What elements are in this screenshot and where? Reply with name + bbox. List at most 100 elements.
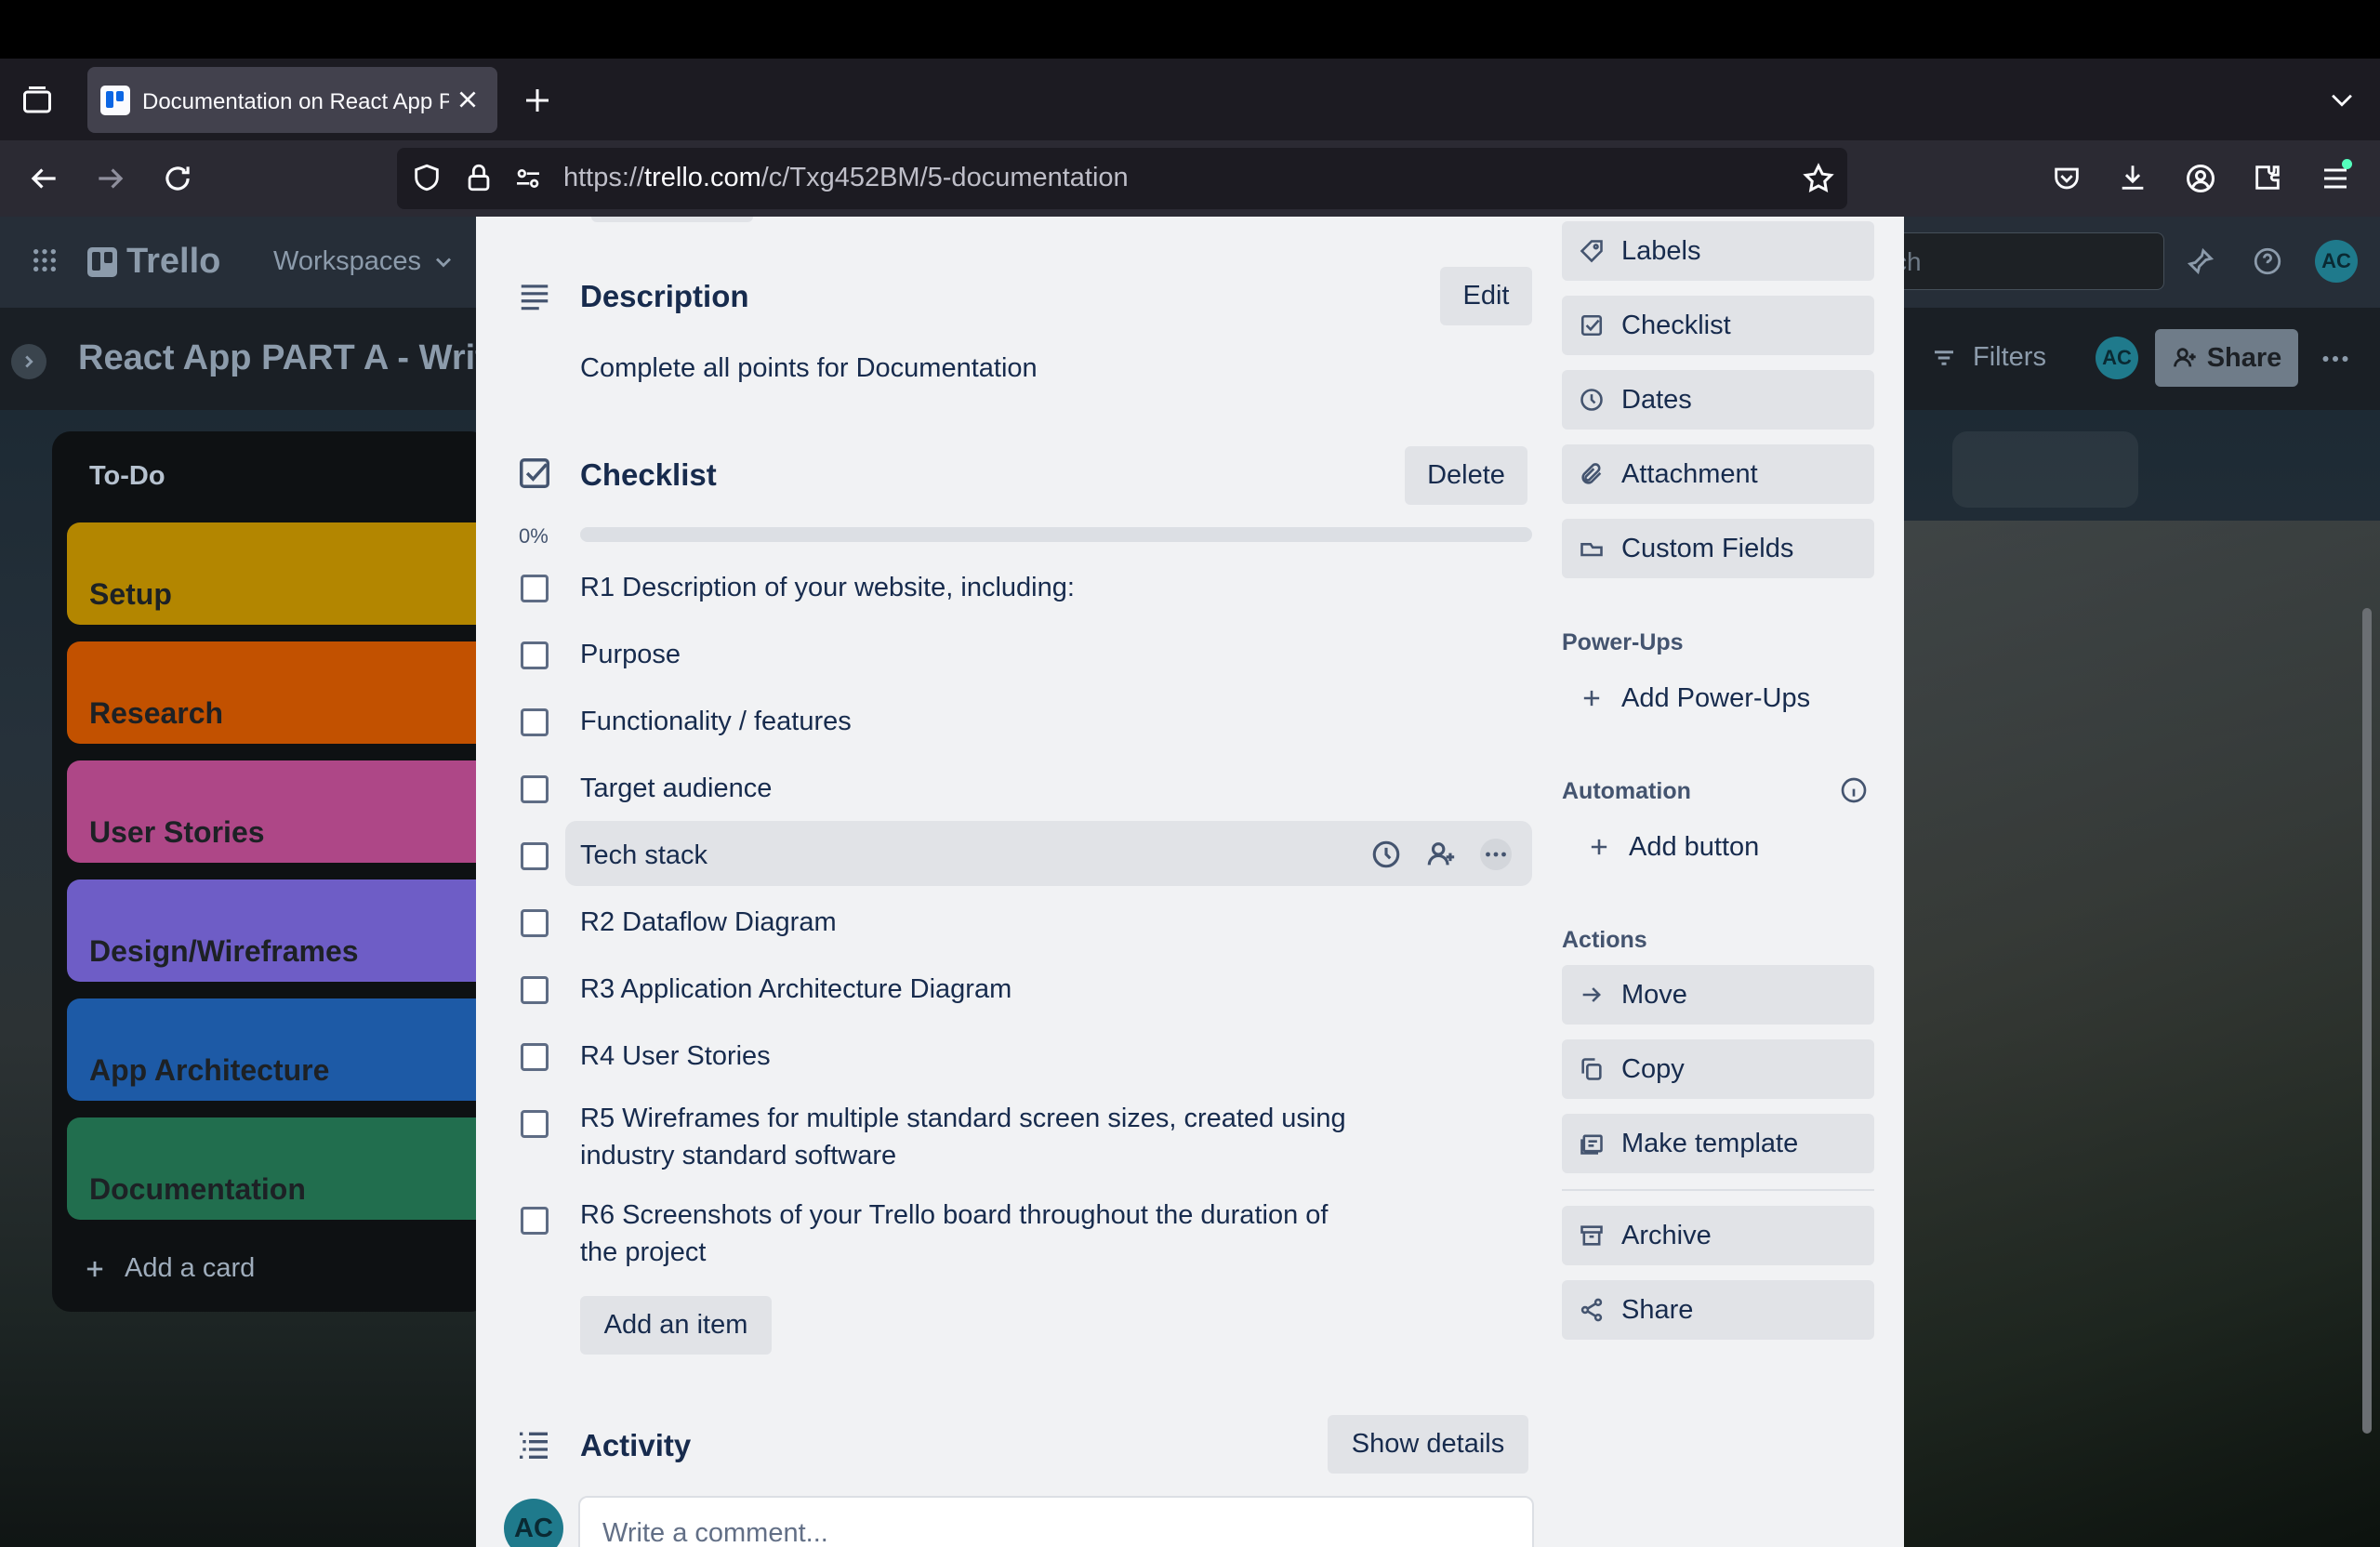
page-settings-icon[interactable] <box>513 164 543 193</box>
add-powerups-button[interactable]: Add Power-Ups <box>1562 669 1874 727</box>
checklist-button[interactable]: Checklist <box>1562 296 1874 355</box>
url-text[interactable]: https://trello.com/c/Txg452BM/5-document… <box>563 163 1129 193</box>
checklist-item[interactable]: Purpose <box>580 636 681 673</box>
archive-icon <box>1562 1223 1621 1249</box>
description-edit-button[interactable]: Edit <box>1440 267 1532 325</box>
lock-icon[interactable] <box>463 162 495 193</box>
list-card[interactable]: Design/Wireframes <box>67 879 489 982</box>
paperclip-icon <box>1562 461 1621 487</box>
clock-icon <box>1562 387 1621 413</box>
due-date-clock-icon[interactable] <box>1370 839 1402 870</box>
filters-button[interactable]: Filters <box>1930 342 2046 373</box>
comment-input[interactable]: Write a comment... <box>578 1496 1534 1547</box>
board-share-button[interactable]: Share <box>2155 329 2298 387</box>
checklist-title[interactable]: Checklist <box>580 457 717 493</box>
add-card-label: Add a card <box>125 1253 256 1283</box>
app-switcher-grid-icon[interactable] <box>30 245 60 275</box>
chevron-down-icon <box>436 258 452 267</box>
list-card[interactable]: Documentation <box>67 1117 489 1220</box>
checklist-checkbox[interactable] <box>521 842 549 870</box>
sidebar-expand-icon[interactable] <box>11 344 46 379</box>
dates-button[interactable]: Dates <box>1562 370 1874 430</box>
account-icon[interactable] <box>2184 162 2217 195</box>
tab-title: Documentation on React App P/ <box>142 89 449 114</box>
notifications-icon[interactable] <box>2185 245 2216 277</box>
checklist-item[interactable]: R4 User Stories <box>580 1038 771 1075</box>
move-button[interactable]: Move <box>1562 965 1874 1025</box>
make-template-button[interactable]: Make template <box>1562 1114 1874 1173</box>
automation-info-icon[interactable] <box>1839 775 1869 805</box>
item-more-options-icon[interactable] <box>1480 839 1512 870</box>
archive-button[interactable]: Archive <box>1562 1206 1874 1265</box>
downloads-icon[interactable] <box>2117 162 2149 193</box>
forward-arrow-icon[interactable] <box>93 161 128 196</box>
second-list-placeholder <box>1952 431 2138 508</box>
share-card-button[interactable]: Share <box>1562 1280 1874 1340</box>
bookmark-star-icon[interactable] <box>1802 162 1835 195</box>
checklist-item[interactable]: R1 Description of your website, includin… <box>580 569 1075 606</box>
tracking-shield-icon[interactable] <box>411 162 443 193</box>
checklist-checkbox[interactable] <box>521 909 549 937</box>
add-card-button[interactable]: Add a card <box>82 1253 255 1284</box>
board-member-avatar[interactable]: AC <box>2096 337 2138 379</box>
custom-fields-label: Custom Fields <box>1621 533 1794 563</box>
pocket-icon[interactable] <box>2051 163 2082 194</box>
checklist-item[interactable]: Functionality / features <box>580 703 852 740</box>
help-icon[interactable] <box>2252 245 2283 277</box>
checklist-item[interactable]: R3 Application Architecture Diagram <box>580 971 1012 1008</box>
new-tab-plus-icon[interactable] <box>521 84 554 117</box>
attachment-button[interactable]: Attachment <box>1562 444 1874 504</box>
list-card[interactable]: User Stories <box>67 760 489 863</box>
card-title: User Stories <box>89 815 265 849</box>
add-member-icon <box>2173 348 2196 367</box>
show-details-button[interactable]: Show details <box>1328 1415 1528 1474</box>
description-text[interactable]: Complete all points for Documentation <box>580 353 1038 384</box>
checklist-item-line: the project <box>580 1237 707 1267</box>
add-button-button[interactable]: Add button <box>1569 818 1874 876</box>
checklist-delete-button[interactable]: Delete <box>1405 446 1527 505</box>
trello-logo[interactable]: Trello <box>87 242 220 282</box>
checklist-checkbox[interactable] <box>521 775 549 803</box>
header-avatar[interactable]: AC <box>2315 240 2358 283</box>
checklist-item[interactable]: Target audience <box>580 770 772 807</box>
board-menu-icon[interactable] <box>2319 342 2352 376</box>
tab-close-icon[interactable] <box>456 87 480 112</box>
workspaces-menu[interactable]: Workspaces <box>273 246 456 277</box>
checklist-checkbox[interactable] <box>521 1207 549 1235</box>
custom-fields-button[interactable]: Custom Fields <box>1562 519 1874 578</box>
checklist-checkbox[interactable] <box>521 976 549 1004</box>
checklist-checkbox[interactable] <box>521 708 549 736</box>
checklist-item[interactable]: R2 Dataflow Diagram <box>580 904 837 941</box>
checklist-checkbox[interactable] <box>521 1043 549 1071</box>
page-scrollbar[interactable] <box>2362 608 2372 1434</box>
filter-icon <box>1935 350 1953 365</box>
checklist-checkbox[interactable] <box>521 1110 549 1138</box>
board-title[interactable]: React App PART A - Writ <box>78 338 487 378</box>
checklist-btn-label: Checklist <box>1621 310 1731 340</box>
reload-icon[interactable] <box>160 161 195 196</box>
header-avatar-initials: AC <box>2321 249 2351 272</box>
list-card[interactable]: Research <box>67 641 489 744</box>
extensions-icon[interactable] <box>2252 162 2283 193</box>
add-checklist-item-button[interactable]: Add an item <box>580 1296 772 1355</box>
plus-icon <box>1562 685 1621 711</box>
checklist-item[interactable]: R5 Wireframes for multiple standard scre… <box>580 1100 1346 1174</box>
back-arrow-icon[interactable] <box>26 161 61 196</box>
checklist-checkbox[interactable] <box>521 575 549 602</box>
copy-button[interactable]: Copy <box>1562 1039 1874 1099</box>
search-input[interactable]: ch <box>1859 232 2164 290</box>
edit-label: Edit <box>1462 281 1510 311</box>
tab-overview-icon[interactable] <box>20 84 54 117</box>
checklist-item[interactable]: Tech stack <box>580 837 707 874</box>
tab-list-chevron-icon[interactable] <box>2326 84 2358 115</box>
app-menu-icon[interactable] <box>2319 159 2352 195</box>
checklist-checkbox[interactable] <box>521 641 549 669</box>
list-card[interactable]: Setup <box>67 522 489 625</box>
checklist-item[interactable]: R6 Screenshots of your Trello board thro… <box>580 1197 1328 1271</box>
card-title: Research <box>89 696 224 730</box>
list-card[interactable]: App Architecture <box>67 998 489 1101</box>
actions-divider <box>1562 1189 1874 1191</box>
labels-button[interactable]: Labels <box>1562 221 1874 281</box>
powerups-heading: Power-Ups <box>1562 629 1684 655</box>
assign-member-icon[interactable] <box>1425 839 1457 870</box>
